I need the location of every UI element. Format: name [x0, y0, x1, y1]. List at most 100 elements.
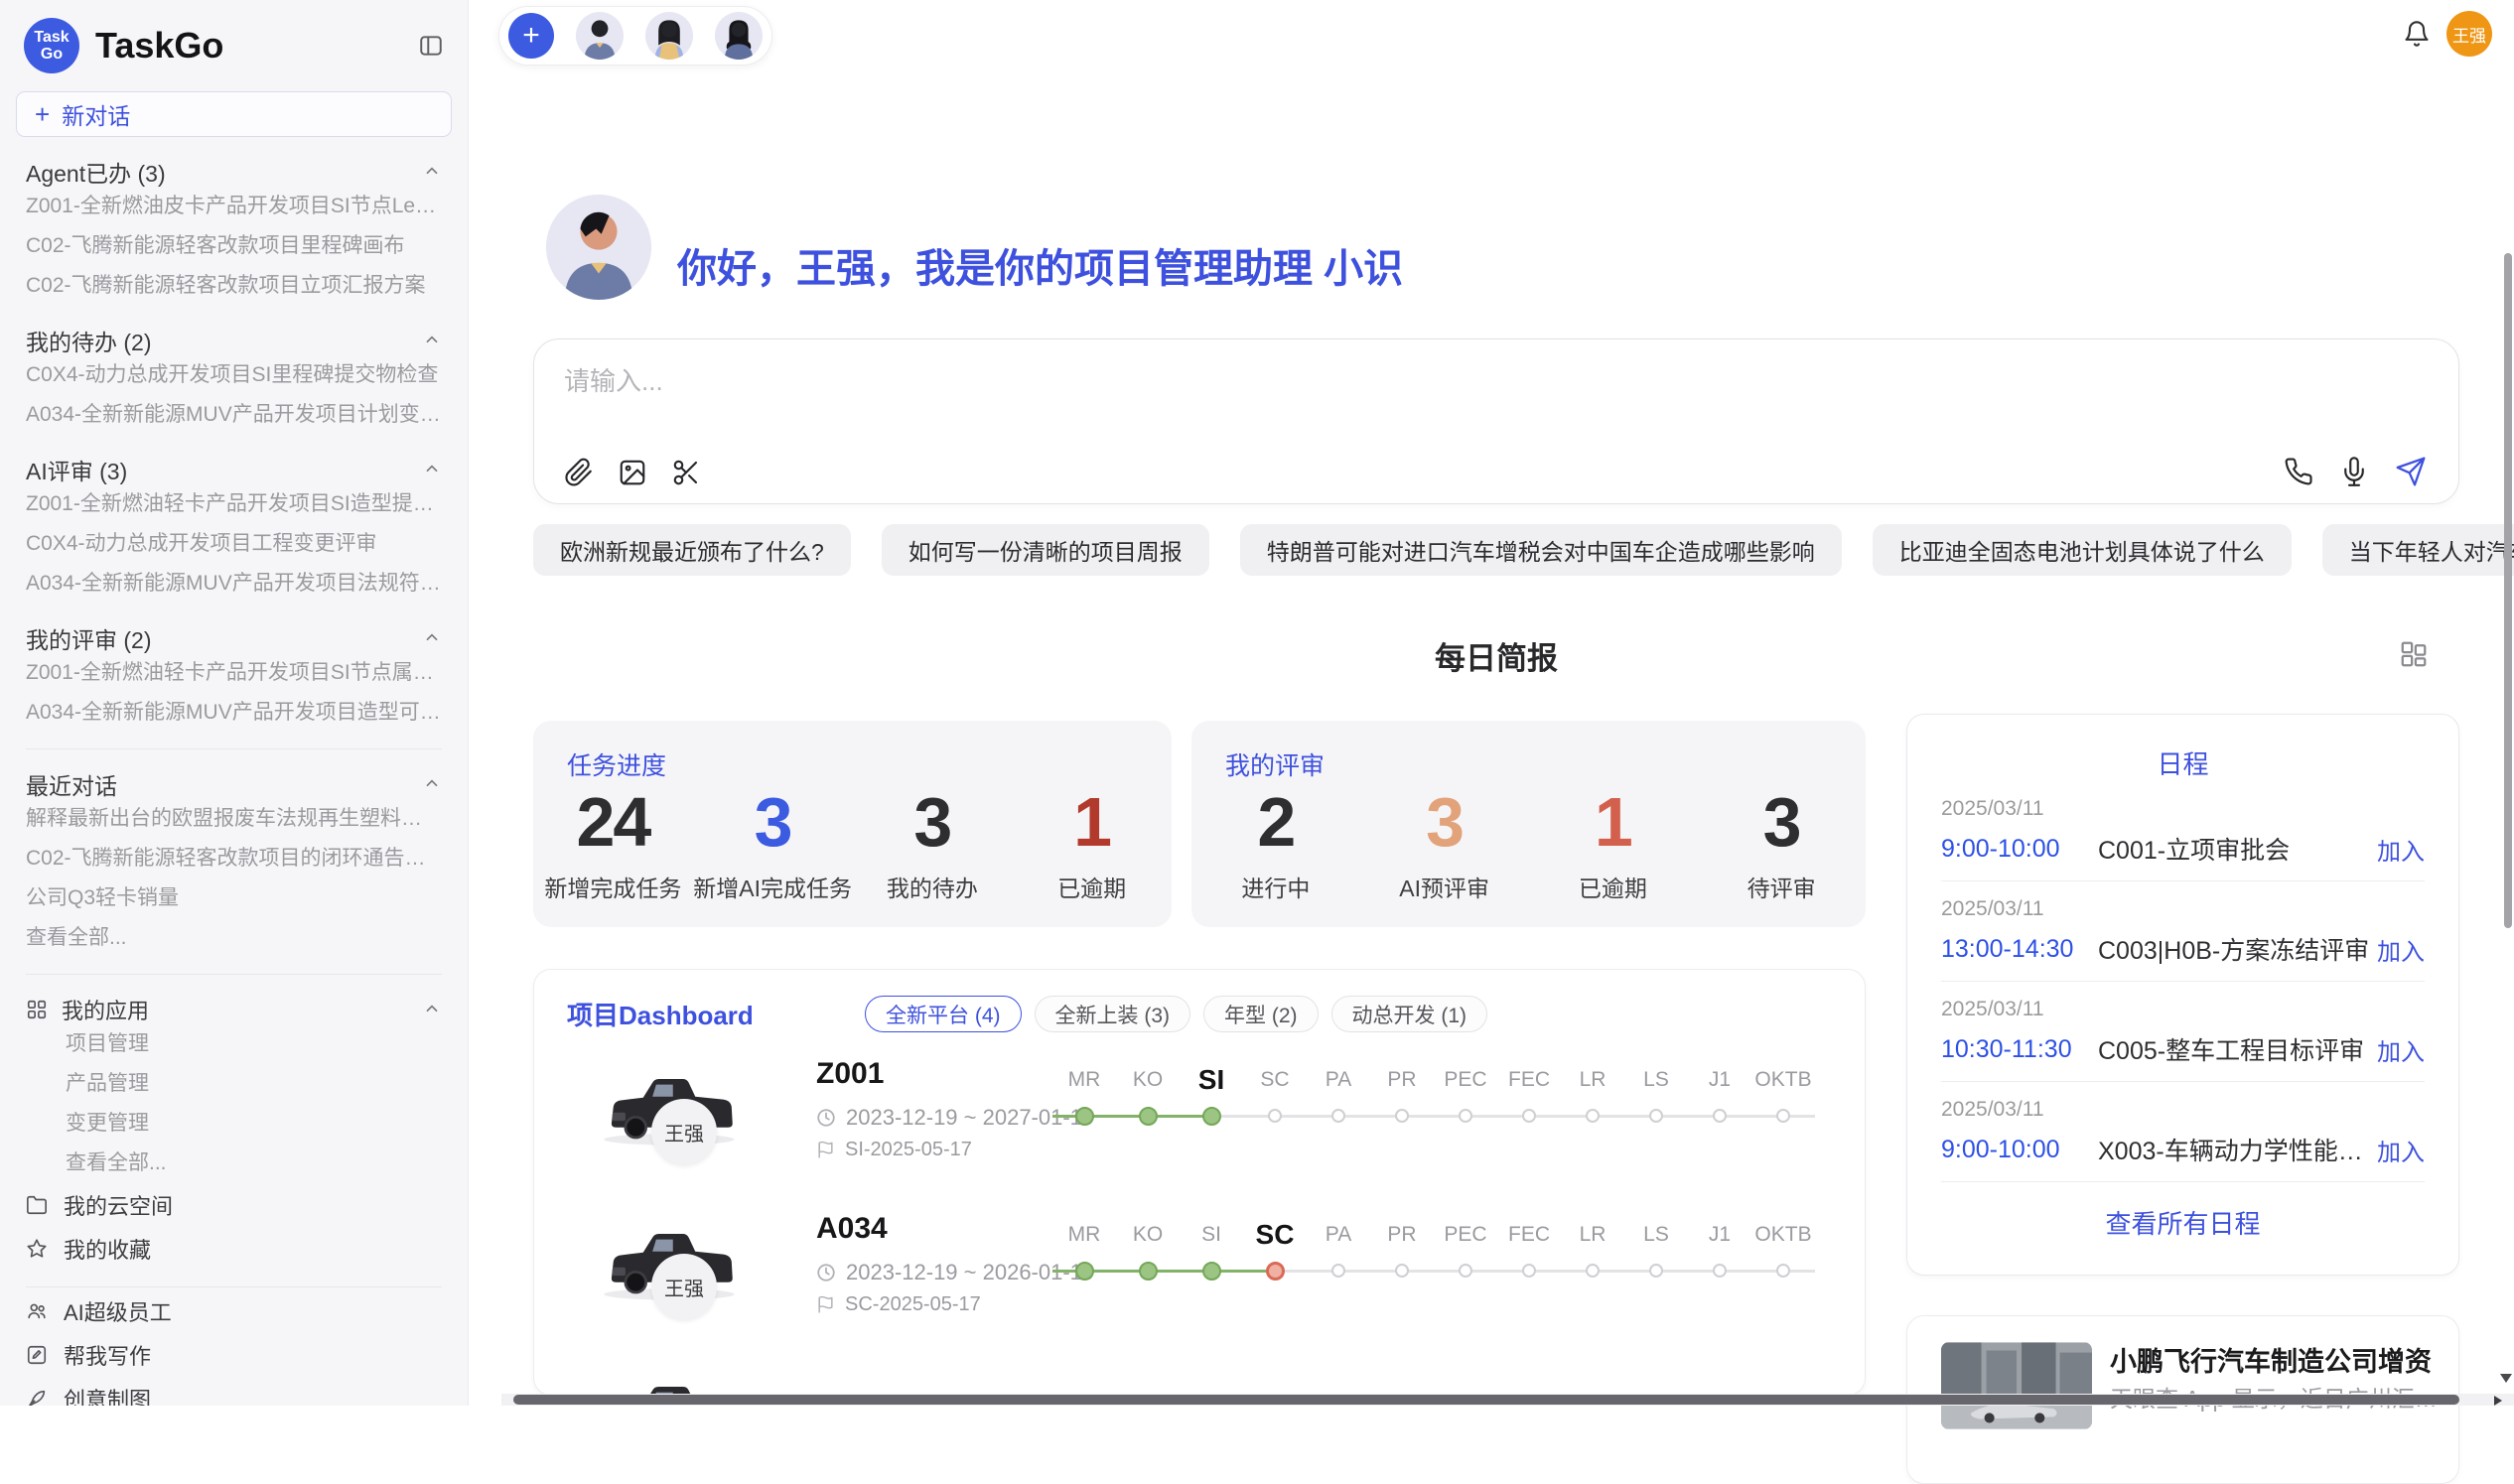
horizontal-scrollbar[interactable]: [501, 1394, 2514, 1406]
attachment-icon[interactable]: [564, 458, 594, 487]
recent-conversation[interactable]: 公司Q3轻卡销量: [26, 878, 442, 918]
sidebar-item[interactable]: A034-全新新能源MUV产品开发项目法规符合性评审: [26, 564, 442, 604]
project-row-partial[interactable]: [534, 1361, 1865, 1396]
screenshot-scissors-icon[interactable]: [671, 458, 701, 487]
project-row-a034[interactable]: 王强 A034 2023-12-19 ~ 2026-01-19 SC-2025-…: [534, 1208, 1865, 1359]
section-header-my-review[interactable]: 我的评审 (2): [26, 623, 442, 653]
view-all-schedule-link[interactable]: 查看所有日程: [1941, 1204, 2425, 1241]
recent-conversation[interactable]: C02-飞腾新能源轻客改款项目的闭环通告反馈情况: [26, 839, 442, 878]
agent-avatar-1[interactable]: [576, 12, 624, 60]
sidebar-item[interactable]: Z001-全新燃油轻卡产品开发项目SI造型提交物评审: [26, 484, 442, 524]
plus-icon: +: [35, 99, 50, 130]
send-icon[interactable]: [2395, 456, 2427, 487]
schedule-event[interactable]: 2025/03/11 10:30-11:30 C005-整车工程目标评审 加入: [1941, 982, 2425, 1082]
divider: [26, 974, 442, 975]
section-header-my-apps[interactable]: 我的应用: [26, 995, 442, 1024]
join-link[interactable]: 加入: [2377, 832, 2425, 867]
milestone-dot: [1649, 1109, 1663, 1123]
message-input[interactable]: [564, 361, 2252, 423]
app-link-project-mgmt[interactable]: 项目管理: [26, 1024, 442, 1064]
my-review-card: 我的评审 2 进行中 3 AI预评审 1 已逾期 3 待评审: [1191, 721, 1866, 927]
join-link[interactable]: 加入: [2377, 1133, 2425, 1167]
sidebar-list: Agent已办 (3) Z001-全新燃油皮卡产品开发项目SI节点Lesson …: [0, 157, 468, 1406]
sidebar-item-ai-super-staff[interactable]: AI超级员工: [26, 1289, 442, 1333]
news-title: 小鹏飞行汽车制造公司增资: [2110, 1340, 2432, 1379]
app-link-change-mgmt[interactable]: 变更管理: [26, 1104, 442, 1144]
scroll-down-arrow[interactable]: [2500, 1374, 2512, 1383]
logo-line1: Task: [34, 29, 69, 46]
vertical-scrollbar-thumb[interactable]: [2504, 253, 2512, 928]
tab-new-bodywork[interactable]: 全新上装 (3): [1035, 996, 1191, 1032]
suggestion-chips: 欧洲新规最近颁布了什么? 如何写一份清晰的项目周报 特朗普可能对进口汽车增税会对…: [533, 524, 2459, 576]
suggestion-chip[interactable]: 特朗普可能对进口汽车增税会对中国车企造成哪些影响: [1240, 524, 1842, 576]
sidebar-item[interactable]: A034-全新新能源MUV产品开发项目造型可行性评审: [26, 693, 442, 733]
image-upload-icon[interactable]: [618, 458, 647, 487]
sidebar-item[interactable]: Z001-全新燃油皮卡产品开发项目SI节点Lesson Learn报告: [26, 187, 442, 226]
horizontal-scrollbar-thumb[interactable]: [513, 1395, 2459, 1405]
milestone-dot: [1459, 1264, 1472, 1278]
collapse-sidebar-icon[interactable]: [418, 33, 444, 59]
new-chat-button[interactable]: + 新对话: [16, 91, 452, 137]
clock-icon: [816, 1108, 836, 1128]
schedule-event[interactable]: 2025/03/11 13:00-14:30 C003|H0B-方案冻结评审 加…: [1941, 881, 2425, 982]
tab-new-platform[interactable]: 全新平台 (4): [865, 996, 1022, 1032]
section-header-ai-review[interactable]: AI评审 (3): [26, 455, 442, 484]
milestone-timeline: MR KO SI SC PA PR PEC FEC LR LS J1 OKTB: [1052, 1214, 1815, 1285]
agent-avatar-3[interactable]: [715, 12, 763, 60]
sidebar-item[interactable]: C02-飞腾新能源轻客改款项目里程碑画布: [26, 226, 442, 266]
sidebar-item-creative-drawing[interactable]: 创意制图: [26, 1377, 442, 1406]
voice-call-icon[interactable]: [2284, 457, 2313, 486]
section-header-agent-done[interactable]: Agent已办 (3): [26, 157, 442, 187]
sidebar-item[interactable]: C0X4-动力总成开发项目工程变更评审: [26, 524, 442, 564]
briefing-layout-icon[interactable]: [2399, 639, 2429, 669]
view-all-apps[interactable]: 查看全部...: [26, 1144, 442, 1183]
notification-bell-icon[interactable]: [2403, 20, 2431, 48]
join-link[interactable]: 加入: [2377, 932, 2425, 967]
microphone-icon[interactable]: [2339, 457, 2369, 486]
add-agent-button[interactable]: +: [508, 13, 554, 59]
card-title: 我的评审: [1225, 746, 1325, 782]
schedule-event[interactable]: 2025/03/11 9:00-10:00 X003-车辆动力学性能验... 加…: [1941, 1082, 2425, 1182]
divider: [26, 748, 442, 749]
sidebar-item[interactable]: C02-飞腾新能源轻客改款项目立项汇报方案: [26, 266, 442, 306]
sidebar-item-favorites[interactable]: 我的收藏: [26, 1227, 442, 1271]
user-avatar[interactable]: 王强: [2446, 11, 2492, 57]
new-chat-label: 新对话: [62, 97, 130, 131]
tab-powertrain[interactable]: 动总开发 (1): [1331, 996, 1488, 1032]
agent-avatar-2[interactable]: [645, 12, 693, 60]
sidebar-item[interactable]: A034-全新新能源MUV产品开发项目计划变更表编写: [26, 395, 442, 435]
ai-super-staff-label: AI超级员工: [64, 1295, 172, 1327]
sidebar-section-agent-done: Agent已办 (3) Z001-全新燃油皮卡产品开发项目SI节点Lesson …: [26, 157, 442, 306]
compose-icon: [26, 1344, 48, 1366]
event-time: 10:30-11:30: [1941, 1035, 2098, 1064]
milestone-dot: [1331, 1109, 1345, 1123]
tab-model-year[interactable]: 年型 (2): [1203, 996, 1319, 1032]
scroll-right-arrow[interactable]: [2494, 1396, 2502, 1406]
suggestion-chip[interactable]: 欧洲新规最近颁布了什么?: [533, 524, 851, 576]
creative-drawing-label: 创意制图: [64, 1383, 151, 1406]
section-header-my-todo[interactable]: 我的待办 (2): [26, 326, 442, 355]
news-image: [1941, 1342, 2092, 1429]
section-header-recent[interactable]: 最近对话: [26, 769, 442, 799]
event-time: 9:00-10:00: [1941, 1136, 2098, 1164]
stat-overdue: 1 已逾期: [1012, 782, 1172, 903]
schedule-event[interactable]: 2025/03/11 9:00-10:00 C001-立项审批会 加入: [1941, 781, 2425, 881]
sidebar-item[interactable]: C0X4-动力总成开发项目SI里程碑提交物检查: [26, 355, 442, 395]
sidebar-item-cloud-space[interactable]: 我的云空间: [26, 1183, 442, 1227]
milestone-dot: [1522, 1264, 1536, 1278]
join-link[interactable]: 加入: [2377, 1032, 2425, 1067]
suggestion-chip[interactable]: 如何写一份清晰的项目周报: [882, 524, 1209, 576]
composer-left-tools: [564, 458, 701, 487]
app-link-product-mgmt[interactable]: 产品管理: [26, 1064, 442, 1104]
suggestion-chip[interactable]: 当下年轻人对汽车外观有怎样的喜好趋势: [2322, 524, 2514, 576]
suggestion-chip[interactable]: 比亚迪全固态电池计划具体说了什么: [1873, 524, 2292, 576]
milestone-dot: [1649, 1264, 1663, 1278]
project-row-z001[interactable]: 王强 Z001 2023-12-19 ~ 2027-01-19 SI-2025-…: [534, 1053, 1865, 1204]
section-title: AI评审 (3): [26, 453, 127, 486]
view-all-conversations[interactable]: 查看全部...: [26, 918, 442, 958]
recent-conversation[interactable]: 解释最新出台的欧盟报废车法规再生塑料比例被调至15%...: [26, 799, 442, 839]
sidebar-item-help-me-write[interactable]: 帮我写作: [26, 1333, 442, 1377]
sidebar-item[interactable]: Z001-全新燃油轻卡产品开发项目SI节点属性5D文件评审: [26, 653, 442, 693]
app-logo[interactable]: Task Go: [24, 18, 79, 73]
milestone-dot: [1586, 1264, 1600, 1278]
